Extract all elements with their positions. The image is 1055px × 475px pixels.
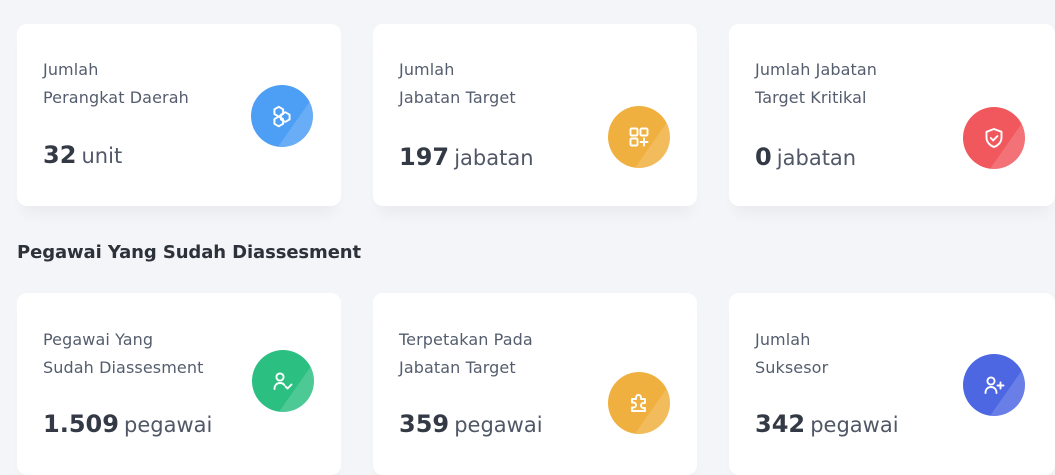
puzzle-icon bbox=[608, 372, 670, 434]
card-label-line1: Jumlah bbox=[755, 330, 811, 349]
card-value-unit: jabatan bbox=[454, 146, 534, 170]
card-value-unit: pegawai bbox=[810, 413, 899, 437]
card-value: 359 pegawai bbox=[399, 410, 543, 438]
card-value-unit: pegawai bbox=[454, 413, 543, 437]
card-label: Jumlah Jabatan Target bbox=[399, 56, 516, 112]
card-label-line1: Jumlah Jabatan bbox=[755, 60, 878, 79]
card-label: Jumlah Perangkat Daerah bbox=[43, 56, 189, 112]
card-value-unit: pegawai bbox=[124, 413, 213, 437]
card-value-unit: jabatan bbox=[776, 146, 857, 170]
user-check-icon bbox=[252, 350, 314, 412]
card-value: 32 unit bbox=[43, 141, 122, 169]
card-label-line1: Terpetakan Pada bbox=[399, 330, 533, 349]
card-label-line2: Suksesor bbox=[755, 358, 829, 377]
card-value-number: 0 bbox=[755, 143, 772, 171]
card-label-line1: Jumlah bbox=[43, 60, 99, 79]
card-perangkat-daerah: Jumlah Perangkat Daerah 32 unit bbox=[17, 24, 341, 206]
card-value: 342 pegawai bbox=[755, 410, 899, 438]
card-terpetakan: Terpetakan Pada Jabatan Target 359 pegaw… bbox=[373, 293, 697, 475]
card-label-line2: Target Kritikal bbox=[755, 88, 867, 107]
section-title: Pegawai Yang Sudah Diassesment bbox=[17, 242, 362, 263]
card-value-number: 1.509 bbox=[43, 410, 119, 438]
card-value-number: 197 bbox=[399, 143, 450, 171]
grid-add-icon bbox=[608, 106, 670, 168]
card-jabatan-kritikal: Jumlah Jabatan Target Kritikal 0 jabatan bbox=[729, 24, 1055, 206]
card-label: Pegawai Yang Sudah Diassesment bbox=[43, 326, 203, 382]
card-label-line1: Pegawai Yang bbox=[43, 330, 154, 349]
dashboard-page: { "top_cards": [ {"label_line1": "Jumlah… bbox=[0, 0, 1055, 475]
card-label-line2: Jabatan Target bbox=[399, 88, 516, 107]
card-value-number: 359 bbox=[399, 410, 450, 438]
card-label-line1: Jumlah bbox=[399, 60, 455, 79]
card-value: 1.509 pegawai bbox=[43, 410, 212, 438]
card-label-line2: Sudah Diassesment bbox=[43, 358, 204, 377]
card-suksesor: Jumlah Suksesor 342 pegawai bbox=[729, 293, 1055, 475]
card-label: Jumlah Suksesor bbox=[755, 326, 828, 382]
card-label: Terpetakan Pada Jabatan Target bbox=[399, 326, 533, 382]
user-plus-icon bbox=[963, 354, 1025, 416]
shield-check-icon bbox=[963, 107, 1025, 169]
card-label-line2: Perangkat Daerah bbox=[43, 88, 189, 107]
card-pegawai-diassesment: Pegawai Yang Sudah Diassesment 1.509 peg… bbox=[17, 293, 341, 475]
card-value-number: 342 bbox=[755, 410, 806, 438]
card-value: 197 jabatan bbox=[399, 143, 534, 171]
hexagon-cluster-icon bbox=[251, 85, 313, 147]
card-value-number: 32 bbox=[43, 141, 77, 169]
card-jabatan-target: Jumlah Jabatan Target 197 jabatan bbox=[373, 24, 697, 206]
card-label-line2: Jabatan Target bbox=[399, 358, 516, 377]
card-value-unit: unit bbox=[81, 144, 123, 168]
card-label: Jumlah Jabatan Target Kritikal bbox=[755, 56, 877, 112]
card-value: 0 jabatan bbox=[755, 143, 856, 171]
